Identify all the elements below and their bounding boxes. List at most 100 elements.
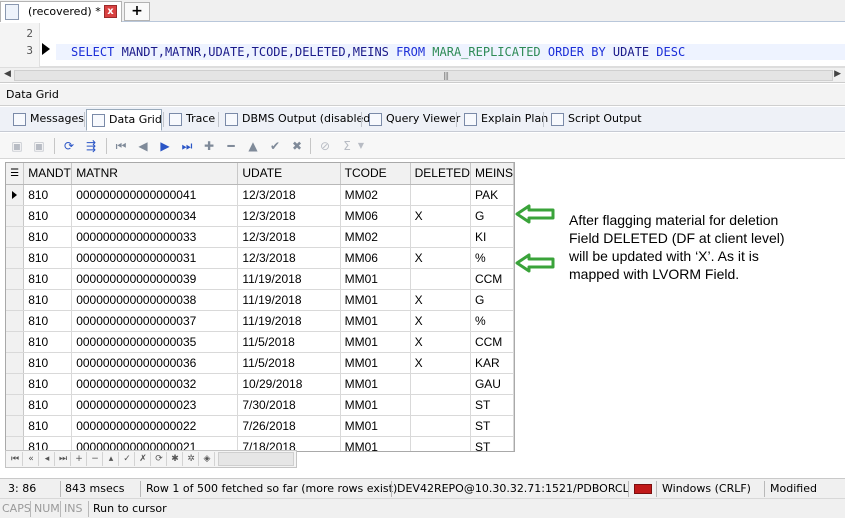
cell-matnr[interactable]: 000000000000000036: [71, 352, 239, 374]
sql-editor[interactable]: 2 3 SELECT MANDT,MATNR,UDATE,TCODE,DELET…: [0, 23, 845, 67]
cell-deleted[interactable]: [410, 394, 471, 416]
cell-deleted[interactable]: X: [410, 205, 471, 227]
table-row[interactable]: 810 000000000000000023 7/30/2018 MM01 ST: [6, 394, 514, 416]
scroll-left-icon[interactable]: ◀: [4, 69, 11, 79]
post-icon[interactable]: ✓: [120, 452, 135, 466]
table-row[interactable]: 810 000000000000000022 7/26/2018 MM01 ST: [6, 415, 514, 437]
row-indicator[interactable]: [6, 184, 25, 206]
table-row[interactable]: 810 000000000000000041 12/3/2018 MM02 PAK: [6, 184, 514, 206]
tab-trace[interactable]: Trace: [164, 109, 215, 131]
line-ending[interactable]: Windows (CRLF): [662, 481, 751, 497]
cell-tcode[interactable]: MM01: [340, 331, 411, 353]
table-row[interactable]: 810 000000000000000034 12/3/2018 MM06 X G: [6, 205, 514, 227]
cell-mandt[interactable]: 810: [23, 394, 73, 416]
cell-tcode[interactable]: MM01: [340, 373, 411, 395]
new-tab-button[interactable]: +: [124, 2, 150, 21]
cell-deleted[interactable]: [410, 268, 471, 290]
tab-data-grid[interactable]: Data Grid: [86, 109, 162, 131]
insert-record-icon[interactable]: ✚: [200, 137, 218, 155]
cell-tcode[interactable]: MM01: [340, 352, 411, 374]
table-row[interactable]: 810 000000000000000036 11/5/2018 MM01 X KAR: [6, 352, 514, 374]
filter-icon[interactable]: ◈: [200, 452, 215, 466]
cell-matnr[interactable]: 000000000000000035: [71, 331, 239, 353]
prior-record-icon[interactable]: ◀: [134, 137, 152, 155]
lock-icon[interactable]: ▣: [8, 137, 26, 155]
cell-udate[interactable]: 12/3/2018: [237, 226, 341, 248]
cell-matnr[interactable]: 000000000000000037: [71, 310, 239, 332]
delete-icon[interactable]: −: [88, 452, 103, 466]
cell-tcode[interactable]: MM01: [340, 310, 411, 332]
grid-nav-scroll[interactable]: [218, 452, 294, 466]
bookmark-icon[interactable]: ✱: [168, 452, 183, 466]
code-line-2[interactable]: [56, 28, 845, 42]
cell-udate[interactable]: 10/29/2018: [237, 373, 341, 395]
cell-tcode[interactable]: MM02: [340, 226, 411, 248]
cell-mandt[interactable]: 810: [23, 331, 73, 353]
cell-deleted[interactable]: X: [410, 352, 471, 374]
cell-mandt[interactable]: 810: [23, 184, 73, 206]
cell-meins[interactable]: GAU: [470, 373, 514, 395]
table-row[interactable]: 810 000000000000000039 11/19/2018 MM01 CCM: [6, 268, 514, 290]
tab-script-output[interactable]: Script Output: [546, 109, 642, 131]
cell-deleted[interactable]: [410, 184, 471, 206]
column-header-meins[interactable]: MEINS: [470, 163, 514, 185]
cell-deleted[interactable]: [410, 373, 471, 395]
cell-meins[interactable]: ST: [470, 394, 514, 416]
post-edit-icon[interactable]: ✔: [266, 137, 284, 155]
column-header-matnr[interactable]: MATNR: [71, 163, 239, 185]
export-grid-icon[interactable]: ⇶: [82, 137, 100, 155]
cell-meins[interactable]: ST: [470, 415, 514, 437]
goto-bookmark-icon[interactable]: ✲: [184, 452, 199, 466]
refresh-icon[interactable]: ⟳: [152, 452, 167, 466]
chevron-down-icon[interactable]: ▼: [356, 137, 366, 155]
cell-matnr[interactable]: 000000000000000038: [71, 289, 239, 311]
last-icon[interactable]: ⏭: [56, 452, 71, 466]
cell-matnr[interactable]: 000000000000000033: [71, 226, 239, 248]
cell-deleted[interactable]: X: [410, 289, 471, 311]
next-record-icon[interactable]: ▶: [156, 137, 174, 155]
cell-deleted[interactable]: [410, 415, 471, 437]
cell-tcode[interactable]: MM01: [340, 415, 411, 437]
cell-meins[interactable]: %: [470, 310, 514, 332]
cell-tcode[interactable]: MM01: [340, 394, 411, 416]
cell-udate[interactable]: 7/30/2018: [237, 394, 341, 416]
prior-icon[interactable]: ◂: [40, 452, 55, 466]
cell-mandt[interactable]: 810: [23, 310, 73, 332]
row-indicator[interactable]: [6, 415, 25, 437]
row-indicator[interactable]: [6, 247, 25, 269]
cell-matnr[interactable]: 000000000000000034: [71, 205, 239, 227]
column-header-mandt[interactable]: MANDT: [23, 163, 73, 185]
row-indicator[interactable]: [6, 352, 25, 374]
clear-filter-icon[interactable]: ⊘: [316, 137, 334, 155]
cancel-edit-icon[interactable]: ✖: [288, 137, 306, 155]
refresh-grid-icon[interactable]: ⟳: [60, 137, 78, 155]
cell-tcode[interactable]: MM01: [340, 268, 411, 290]
cell-mandt[interactable]: 810: [23, 352, 73, 374]
table-row[interactable]: 810 000000000000000031 12/3/2018 MM06 X%: [6, 247, 514, 269]
insert-icon[interactable]: +: [72, 452, 87, 466]
cell-meins[interactable]: G: [470, 289, 514, 311]
delete-record-icon[interactable]: ━: [222, 137, 240, 155]
cell-udate[interactable]: 12/3/2018: [237, 247, 341, 269]
scrollbar-thumb[interactable]: |||: [14, 70, 833, 81]
table-row[interactable]: 810 000000000000000032 10/29/2018 MM01 GAU: [6, 373, 514, 395]
cell-deleted[interactable]: [410, 226, 471, 248]
table-row[interactable]: 810 000000000000000033 12/3/2018 MM02 KI: [6, 226, 514, 248]
cell-udate[interactable]: 11/5/2018: [237, 352, 341, 374]
cell-meins[interactable]: %: [470, 247, 514, 269]
cell-tcode[interactable]: MM01: [340, 289, 411, 311]
cell-matnr[interactable]: 000000000000000039: [71, 268, 239, 290]
column-header-udate[interactable]: UDATE: [237, 163, 341, 185]
cell-meins[interactable]: G: [470, 205, 514, 227]
tab-query-viewer[interactable]: Query Viewer: [364, 109, 460, 131]
cell-meins[interactable]: CCM: [470, 331, 514, 353]
row-indicator[interactable]: [6, 373, 25, 395]
row-indicator[interactable]: [6, 289, 25, 311]
cancel-icon[interactable]: ✗: [136, 452, 151, 466]
cell-mandt[interactable]: 810: [23, 205, 73, 227]
cell-meins[interactable]: PAK: [470, 184, 514, 206]
sum-icon[interactable]: Σ: [338, 137, 356, 155]
editor-horizontal-scrollbar[interactable]: ||| ◀ ▶: [0, 67, 845, 83]
cell-matnr[interactable]: 000000000000000031: [71, 247, 239, 269]
cell-deleted[interactable]: X: [410, 310, 471, 332]
